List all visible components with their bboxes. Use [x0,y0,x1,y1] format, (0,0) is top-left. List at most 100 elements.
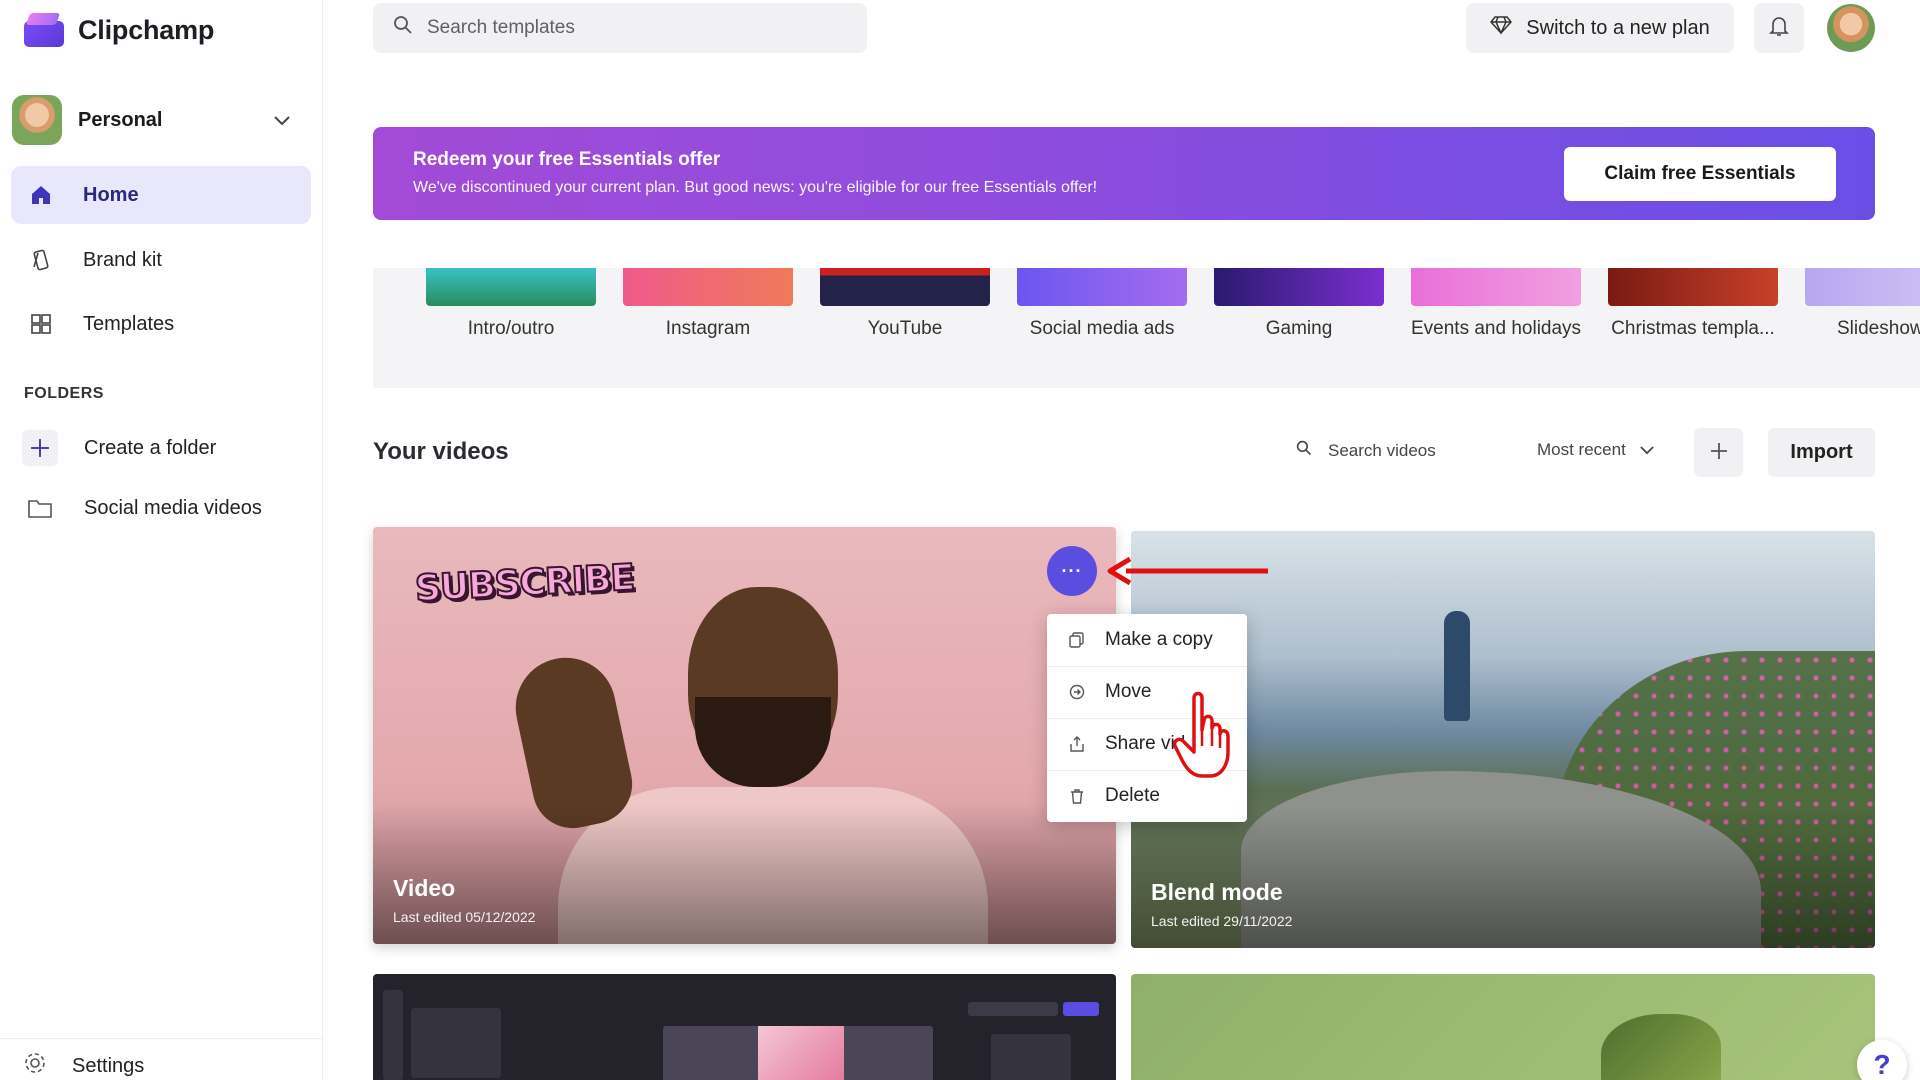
template-category-instagram[interactable]: Instagram [623,268,793,340]
chevron-down-icon [1640,440,1654,460]
template-category-intro-outro[interactable]: Intro/outro [426,268,596,340]
switch-plan-label: Switch to a new plan [1526,16,1710,39]
your-videos-heading: Your videos [373,438,509,465]
annotation-arrow-icon [1107,556,1268,586]
template-category-label: YouTube [867,318,943,339]
template-thumbnail [426,268,596,306]
template-category-label: Intro/outro [467,318,555,339]
settings-button[interactable]: Settings [24,1052,144,1080]
switch-plan-button[interactable]: Switch to a new plan [1466,3,1734,53]
bell-icon [1769,15,1789,42]
video-search-placeholder: Search videos [1328,440,1436,460]
subscribe-sticker: SUBSCRIBE [413,556,636,610]
thumbnail-editor-plan-button [968,1002,1058,1016]
template-category-social-media-ads[interactable]: Social media ads [1017,268,1187,340]
hand-cursor-icon [1172,691,1230,778]
app-name: Clipchamp [78,14,215,45]
claim-essentials-button[interactable]: Claim free Essentials [1564,147,1836,201]
sidebar: Clipchamp Personal Home Brand kit Templa… [0,0,323,1080]
sidebar-item-label: Brand kit [83,248,162,271]
sidebar-item-home[interactable]: Home [11,166,311,224]
template-thumbnail [1805,268,1920,306]
essentials-offer-banner: Redeem your free Essentials offer We've … [373,127,1875,220]
video-thumbnail-hiker [1444,611,1470,721]
template-category-label: Events and holidays [1411,318,1582,339]
banner-subtitle: We've discontinued your current plan. Bu… [413,179,1098,196]
brand-kit-icon [27,246,55,274]
thumbnail-editor-sidebar [383,990,403,1080]
add-video-button[interactable] [1694,428,1743,477]
video-title: Video [393,875,456,901]
settings-label: Settings [72,1054,145,1077]
home-icon [27,181,55,209]
search-placeholder: Search templates [427,17,575,38]
sidebar-item-label: Templates [83,312,175,335]
menu-item-make-copy[interactable]: Make a copy [1047,614,1247,666]
templates-icon [27,310,55,338]
video-card-editor-tutorial[interactable] [373,974,1116,1080]
trash-icon [1069,788,1085,804]
template-category-label: Slideshow [1837,318,1920,339]
sort-dropdown[interactable]: Most recent [1537,440,1654,460]
sidebar-item-templates[interactable]: Templates [11,295,311,353]
share-icon [1069,736,1085,752]
template-categories: Intro/outro Instagram YouTube Social med… [373,268,1920,388]
video-more-options-button[interactable]: ··· [1047,546,1097,596]
app-logo[interactable]: Clipchamp [24,10,214,50]
thumbnail-editor-media-panel [411,1008,501,1078]
video-thumbnail-object [1601,1014,1721,1080]
template-thumbnail [820,268,990,306]
template-thumbnail [623,268,793,306]
menu-item-label: Move [1105,681,1152,702]
sort-value: Most recent [1537,440,1626,459]
import-button[interactable]: Import [1768,428,1875,477]
video-last-edited: Last edited 05/12/2022 [393,909,536,925]
user-avatar[interactable] [1827,4,1875,52]
diamond-icon [1490,15,1513,41]
account-avatar [12,95,62,145]
folder-label: Create a folder [84,436,217,459]
thumbnail-blossom-image [758,1026,844,1080]
video-title: Blend mode [1151,879,1283,905]
thumbnail-editor-properties [991,1034,1071,1080]
notifications-button[interactable] [1754,3,1804,53]
account-switcher[interactable]: Personal [12,92,302,148]
menu-item-label: Make a copy [1105,629,1213,650]
video-thumbnail-beard [695,697,831,787]
video-card-video[interactable]: SUBSCRIBE Video Last edited 05/12/2022 [373,527,1116,944]
video-card-green[interactable] [1131,974,1875,1080]
copy-icon [1069,632,1085,648]
template-thumbnail [1017,268,1187,306]
template-category-label: Gaming [1265,318,1333,339]
menu-item-label: Delete [1105,785,1160,806]
create-folder-button[interactable]: Create a folder [22,426,312,470]
sidebar-item-brand-kit[interactable]: Brand kit [11,231,311,289]
folder-social-media-videos[interactable]: Social media videos [22,486,312,530]
template-category-slideshow[interactable]: Slideshow [1805,268,1920,340]
plus-icon [22,430,58,466]
template-thumbnail [1411,268,1581,306]
template-category-gaming[interactable]: Gaming [1214,268,1384,340]
folder-icon [22,490,58,526]
template-category-label: Christmas templa... [1611,318,1775,339]
template-thumbnail [1608,268,1778,306]
template-category-events-holidays[interactable]: Events and holidays [1411,268,1581,340]
gear-icon [24,1052,46,1080]
plus-icon [1709,437,1729,468]
chevron-down-icon [274,110,290,131]
video-search-input[interactable]: Search videos [1296,440,1436,461]
template-category-christmas[interactable]: Christmas templa... [1608,268,1778,340]
clipchamp-logo-icon [24,13,64,47]
template-category-youtube[interactable]: YouTube [820,268,990,340]
folders-heading: FOLDERS [24,385,104,402]
template-category-label: Social media ads [1029,318,1175,339]
divider [0,1038,322,1039]
template-search-input[interactable]: Search templates [373,3,867,53]
help-button[interactable]: ? [1857,1040,1907,1080]
template-thumbnail [1214,268,1384,306]
move-icon [1069,684,1085,700]
folder-label: Social media videos [84,496,262,519]
sidebar-item-label: Home [83,183,139,206]
account-name: Personal [78,108,163,131]
template-category-label: Instagram [665,318,751,339]
